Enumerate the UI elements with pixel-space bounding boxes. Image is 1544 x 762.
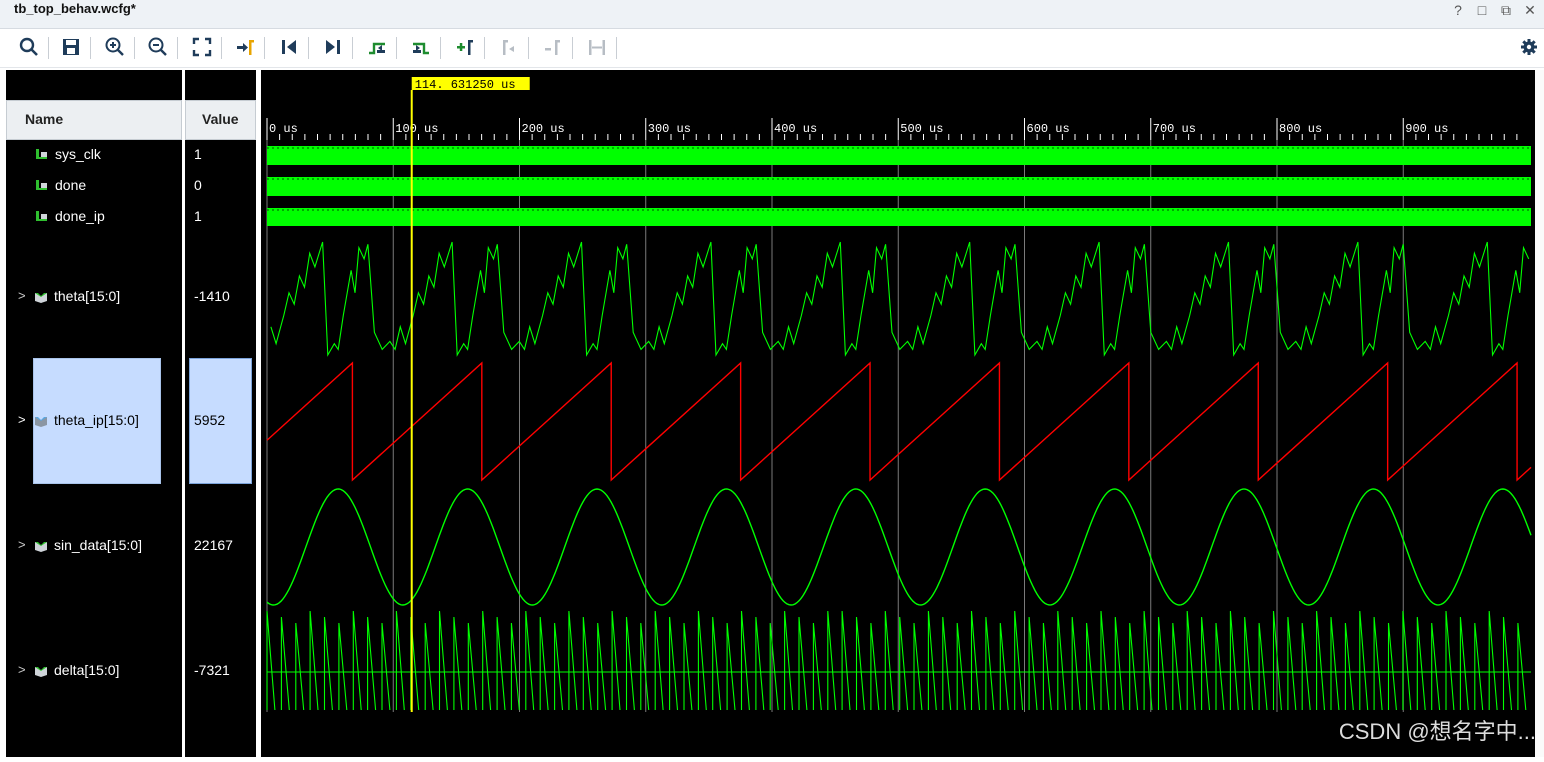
go-to-end-icon	[326, 40, 340, 54]
previous-marker-button[interactable]	[496, 34, 522, 60]
zoom-fit-button[interactable]	[189, 34, 215, 60]
watermark: CSDN @想名字中...	[1338, 719, 1536, 744]
swap-cursors-button[interactable]	[584, 34, 610, 60]
wave-sys_clk	[267, 146, 1531, 165]
search-button[interactable]	[16, 34, 42, 60]
go-to-last-time-button[interactable]	[320, 34, 346, 60]
signal-name: delta[15:0]	[54, 662, 120, 678]
go-to-start-icon	[282, 40, 296, 54]
go-to-time-zero-button[interactable]	[276, 34, 302, 60]
value-column-header[interactable]: Value	[185, 100, 256, 140]
ruler-tick-label: 400 us	[774, 122, 817, 136]
save-button[interactable]	[58, 34, 84, 60]
signal-value: 22167	[194, 537, 233, 553]
signal-name: theta[15:0]	[54, 288, 121, 304]
window-title: tb_top_behav.wcfg*	[14, 1, 136, 16]
add-marker-button[interactable]	[452, 34, 478, 60]
signal-value: 0	[194, 177, 202, 193]
signal-value-panel: Value 1 0 1 -1410 5952 22167 -7321	[185, 70, 256, 757]
window-controls: ? □ ⧉ ✕	[1450, 2, 1538, 19]
restore-icon[interactable]: □	[1474, 2, 1490, 19]
ruler-tick-label: 200 us	[522, 122, 565, 136]
signal-name: theta_ip[15:0]	[54, 412, 139, 428]
previous-marker-icon	[503, 40, 514, 55]
signal-value: 5952	[194, 412, 226, 428]
signal-name: done_ip	[55, 208, 105, 224]
wave-theta-ip	[266, 361, 1532, 482]
zoom-in-button[interactable]	[102, 34, 128, 60]
ruler-tick-label: 300 us	[648, 122, 691, 136]
signal-name-panel: Name sys_clk done done_ip > theta[15:0] …	[6, 70, 182, 757]
ruler-tick-label: 100 us	[395, 122, 438, 136]
chevron-right-icon[interactable]: >	[18, 537, 28, 552]
previous-transition-button[interactable]	[364, 34, 390, 60]
settings-button[interactable]	[1516, 34, 1542, 60]
add-marker-icon	[457, 40, 473, 55]
bit-signal-icon	[36, 211, 47, 221]
ruler-tick-label: 800 us	[1279, 122, 1322, 136]
name-column-header[interactable]: Name	[6, 100, 182, 140]
help-icon[interactable]: ?	[1450, 2, 1466, 19]
chevron-right-icon[interactable]: >	[18, 412, 28, 427]
gear-icon	[1521, 39, 1537, 55]
search-icon	[19, 37, 38, 56]
signal-value: -1410	[194, 288, 230, 304]
float-icon[interactable]: ⧉	[1498, 2, 1514, 19]
next-transition-icon	[413, 42, 429, 55]
signal-name: done	[55, 177, 87, 193]
bus-signal-icon	[35, 293, 47, 303]
zoom-in-icon	[105, 37, 124, 56]
wave-done_ip	[267, 208, 1531, 226]
close-icon[interactable]: ✕	[1522, 2, 1538, 19]
waveform-canvas[interactable]: 0 us 100 us 200 us 300 us 400 us 500 us 600 us…	[261, 70, 1535, 757]
next-marker-button[interactable]	[540, 34, 566, 60]
ruler-tick-label: 0 us	[269, 122, 298, 136]
signal-value: 1	[194, 208, 202, 224]
wave-theta	[270, 241, 1530, 357]
wave-delta	[266, 610, 1527, 711]
signal-name: sys_clk	[55, 146, 101, 162]
cursor-time-label: 114. 631250 us	[415, 78, 516, 92]
chevron-right-icon[interactable]: >	[18, 288, 28, 303]
swap-cursors-icon	[589, 40, 605, 55]
ruler-tick-label: 700 us	[1153, 122, 1196, 136]
previous-transition-icon	[369, 42, 385, 55]
ruler-tick-label: 500 us	[900, 122, 943, 136]
bit-signal-icon	[36, 180, 47, 190]
zoom-out-button[interactable]	[145, 34, 171, 60]
ruler-tick-label: 600 us	[1027, 122, 1070, 136]
signal-value: -7321	[194, 662, 230, 678]
signal-name: sin_data[15:0]	[54, 537, 142, 553]
bus-signal-icon	[35, 417, 47, 427]
vertical-scrollbar[interactable]	[1535, 70, 1544, 757]
zoom-out-icon	[148, 37, 167, 56]
chevron-right-icon[interactable]: >	[18, 662, 28, 677]
wave-sin-data	[266, 488, 1532, 606]
bus-signal-icon	[35, 542, 47, 552]
bus-signal-icon	[35, 667, 47, 677]
wave-done	[267, 177, 1531, 196]
bit-signal-icon	[36, 149, 47, 159]
ruler-tick-label: 900 us	[1405, 122, 1448, 136]
waveform-toolbar	[0, 29, 1544, 68]
next-marker-icon	[545, 40, 560, 55]
signal-value: 1	[194, 146, 202, 162]
zoom-fit-icon	[192, 37, 212, 57]
waveform-plot[interactable]: 0 us 100 us 200 us 300 us 400 us 500 us 600 us…	[261, 70, 1535, 757]
next-transition-button[interactable]	[408, 34, 434, 60]
save-icon	[63, 39, 79, 55]
go-to-cursor-icon	[237, 40, 254, 55]
window-titlebar: tb_top_behav.wcfg* ? □ ⧉ ✕	[0, 0, 1544, 29]
go-to-cursor-button[interactable]	[232, 34, 258, 60]
